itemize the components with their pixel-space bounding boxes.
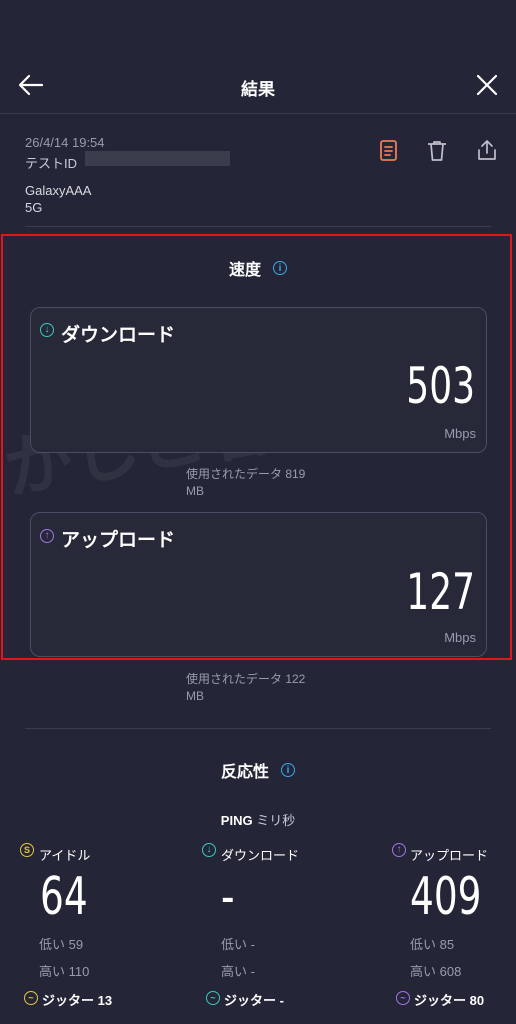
upload-jitter-icon: ~ [396,991,410,1005]
idle-jitter: ジッター 13 [42,990,112,1009]
upload-jitter-value: 80 [469,993,485,1008]
page-title: 結果 [241,80,275,99]
upload-speed-unit: Mbps [444,630,476,645]
download-ping-value: - [221,867,235,927]
download-ping-icon: ↓ [202,843,216,857]
idle-jitter-value: 13 [97,993,113,1008]
info-icon[interactable]: i [281,763,295,777]
share-icon[interactable] [475,138,499,167]
header-divider [0,113,516,114]
upload-arrow-icon: ↑ [40,529,54,543]
info-icon[interactable]: i [273,261,287,275]
idle-high: 高い 110 [39,964,90,979]
download-data-used: 使用されたデータ 819 MB [186,466,305,500]
meta-divider [25,226,491,227]
idle-icon: S [20,843,34,857]
download-jitter: ジッター - [224,990,284,1009]
download-data-used-line2: MB [186,484,204,498]
upload-ping-icon: ↑ [392,843,406,857]
upload-data-used: 使用されたデータ 122 MB [186,671,305,705]
download-jitter-value: - [279,993,284,1008]
download-speed-value: 503 [406,357,475,415]
upload-low: 低い 85 [410,937,455,952]
ping-label: PING [220,813,253,828]
download-jitter-icon: ~ [206,991,220,1005]
download-low: 低い - [221,937,255,952]
download-label: ダウンロード [61,325,176,346]
upload-data-used-line1: 使用されたデータ 122 [186,672,306,686]
ping-unit: ミリ秒 [256,813,296,828]
responsiveness-section-header: 反応性 i [0,758,516,782]
download-ping-label: ダウンロード [221,848,300,863]
idle-label: アイドル [39,848,91,863]
trash-icon[interactable] [426,139,448,168]
upload-ping-label: アップロード [410,848,489,863]
upload-speed-value: 127 [406,563,475,621]
test-id-redacted [85,151,230,166]
responsiveness-title: 反応性 [220,764,269,781]
download-arrow-icon: ↓ [40,323,54,337]
download-data-used-line1: 使用されたデータ 819 [186,467,306,481]
idle-jitter-icon: ~ [24,991,38,1005]
download-high: 高い - [221,964,255,979]
idle-low: 低い 59 [39,937,84,952]
close-icon[interactable] [472,70,502,100]
ping-header: PING ミリ秒 [0,810,516,829]
upload-label: アップロード [61,530,176,551]
test-id-label: テストID [25,156,78,171]
upload-data-used-line2: MB [186,689,204,703]
device-name: GalaxyAAA [25,183,92,198]
speed-section-header: 速度 i [0,256,516,280]
upload-ping-value: 409 [410,867,482,927]
upload-high: 高い 608 [410,964,462,979]
section-divider [25,728,491,729]
download-jitter-label: ジッター [224,993,277,1008]
report-icon[interactable] [378,139,400,168]
upload-jitter: ジッター 80 [414,990,484,1009]
network-type: 5G [25,200,43,215]
download-speed-unit: Mbps [444,426,476,441]
idle-ping-value: 64 [40,867,88,927]
idle-jitter-label: ジッター [42,993,95,1008]
upload-jitter-label: ジッター [414,993,467,1008]
speed-title: 速度 [228,262,261,279]
timestamp: 26/4/14 19:54 [25,135,105,150]
